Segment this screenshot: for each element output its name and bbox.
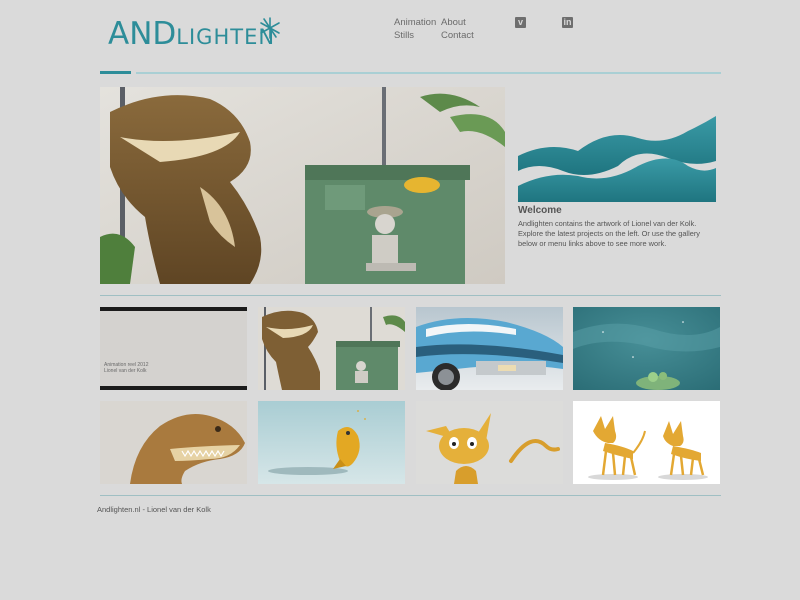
welcome-title: Welcome <box>518 205 562 216</box>
gallery-rule-bottom <box>100 495 721 496</box>
vimeo-icon[interactable]: v <box>515 17 526 28</box>
logo-text: ANDLIGHTEN <box>108 16 276 52</box>
nav-link-contact[interactable]: Contact <box>441 29 474 42</box>
nav-column-1: Animation Stills <box>394 16 436 42</box>
hero-image[interactable] <box>100 87 505 284</box>
gallery-rule-top <box>100 295 721 296</box>
wave-graphic <box>518 116 716 202</box>
nav-link-animation[interactable]: Animation <box>394 16 436 29</box>
gallery-thumb-teal-sky[interactable] <box>573 307 720 390</box>
footer-text: Andlighten.nl - Lionel van der Kolk <box>97 505 211 514</box>
gallery-thumb-car[interactable] <box>416 307 563 390</box>
header-rule <box>136 72 721 74</box>
reel-caption-line2: Lionel van der Kolk <box>104 368 147 374</box>
nav-link-about[interactable]: About <box>441 16 474 29</box>
nav-column-2: About Contact <box>441 16 474 42</box>
gallery-thumb-trex-head[interactable] <box>100 401 247 484</box>
linkedin-icon[interactable]: in <box>562 17 573 28</box>
welcome-text: Andlighten contains the artwork of Lione… <box>518 219 700 248</box>
nav-link-stills[interactable]: Stills <box>394 29 436 42</box>
gallery-thumb-fish[interactable] <box>258 401 405 484</box>
gallery-thumb-reel[interactable]: Animation reel 2012 Lionel van der Kolk <box>100 307 247 390</box>
gallery-thumb-cat-closeup[interactable] <box>416 401 563 484</box>
gallery-thumb-trex-bin[interactable] <box>258 307 405 390</box>
star-icon <box>260 17 280 39</box>
gallery-thumb-cats-walking[interactable] <box>573 401 720 484</box>
header-rule-accent <box>100 71 131 74</box>
site-logo[interactable]: ANDLIGHTEN <box>108 14 288 58</box>
